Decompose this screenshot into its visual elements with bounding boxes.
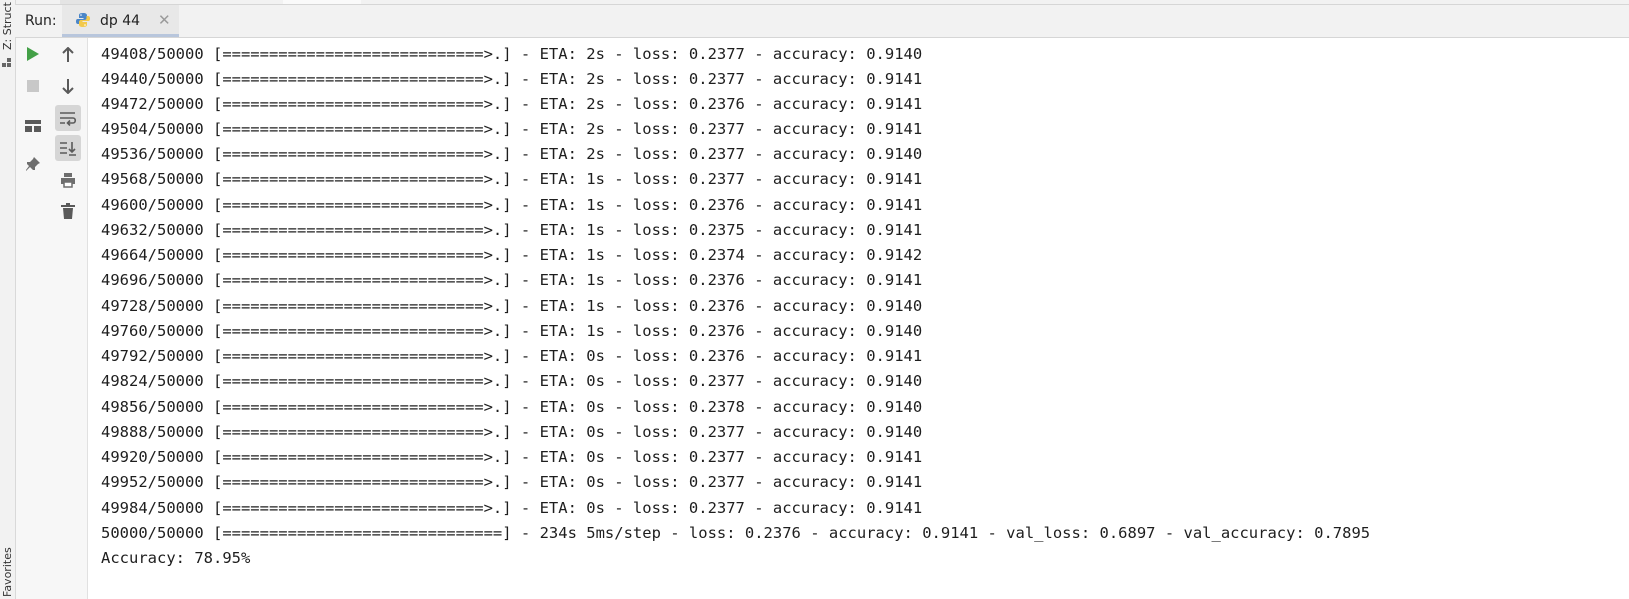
run-panel-label: Run:: [25, 13, 57, 29]
console-output[interactable]: 49408/50000 [===========================…: [88, 38, 1629, 599]
console-line: 49984/50000 [===========================…: [101, 499, 923, 517]
soft-wrap-button[interactable]: [55, 105, 81, 131]
next-occurrence-button[interactable]: [55, 73, 81, 99]
run-tab-label: dp 44: [100, 13, 141, 29]
stop-button[interactable]: [20, 73, 46, 99]
console-line: 49472/50000 [===========================…: [101, 95, 923, 113]
console-line-final-epoch: 50000/50000 [===========================…: [101, 524, 1371, 542]
close-tab-icon[interactable]: ✕: [158, 11, 171, 29]
console-line: 49568/50000 [===========================…: [101, 170, 923, 188]
editor-tab-fragment-active[interactable]: [283, 0, 361, 4]
trash-icon: [61, 203, 75, 219]
console-line: 49728/50000 [===========================…: [101, 297, 923, 315]
scroll-to-end-icon: [60, 142, 76, 156]
console-line: 49536/50000 [===========================…: [101, 145, 923, 163]
console-line: 49408/50000 [===========================…: [101, 45, 923, 63]
soft-wrap-icon: [60, 112, 77, 126]
console-line: 49600/50000 [===========================…: [101, 196, 923, 214]
editor-tab-fragment[interactable]: [60, 0, 140, 4]
structure-tool-label[interactable]: Z: Structure: [0, 2, 15, 50]
console-line: 49952/50000 [===========================…: [101, 473, 923, 491]
scroll-to-end-button[interactable]: [55, 135, 81, 161]
console-line: 49792/50000 [===========================…: [101, 347, 923, 365]
console-line: 49920/50000 [===========================…: [101, 448, 923, 466]
console-line: 49760/50000 [===========================…: [101, 322, 923, 340]
console-line: 49440/50000 [===========================…: [101, 70, 923, 88]
console-line: 49664/50000 [===========================…: [101, 246, 923, 264]
print-icon: [61, 173, 75, 188]
pin-icon: [26, 157, 40, 171]
stop-icon: [27, 80, 39, 92]
left-tool-stripe: Z: Structure Favorites: [0, 0, 16, 599]
run-toolbar-secondary: [50, 38, 88, 599]
previous-occurrence-button[interactable]: [55, 42, 81, 68]
print-button[interactable]: [55, 167, 81, 193]
rerun-button[interactable]: [20, 41, 46, 67]
console-line: 49888/50000 [===========================…: [101, 423, 923, 441]
run-icon: [27, 47, 39, 61]
structure-icon[interactable]: [2, 58, 12, 68]
console-line: 49632/50000 [===========================…: [101, 221, 923, 239]
python-icon: [76, 13, 90, 27]
layout-icon: [25, 120, 41, 132]
console-line: 49856/50000 [===========================…: [101, 398, 923, 416]
clear-all-button[interactable]: [55, 198, 81, 224]
favorites-tool-label[interactable]: Favorites: [0, 545, 15, 597]
console-line: 49696/50000 [===========================…: [101, 271, 923, 289]
console-line: 49824/50000 [===========================…: [101, 372, 923, 390]
up-arrow-icon: [62, 47, 74, 62]
run-panel-header: Run: dp 44 ✕: [15, 5, 1629, 38]
down-arrow-icon: [62, 79, 74, 94]
run-toolbar-primary: [16, 38, 50, 599]
pin-tab-button[interactable]: [20, 151, 46, 177]
console-line-accuracy-result: Accuracy: 78.95%: [101, 549, 251, 567]
run-config-tab[interactable]: dp 44 ✕: [62, 5, 179, 37]
restore-layout-button[interactable]: [20, 113, 46, 139]
console-line: 49504/50000 [===========================…: [101, 120, 923, 138]
